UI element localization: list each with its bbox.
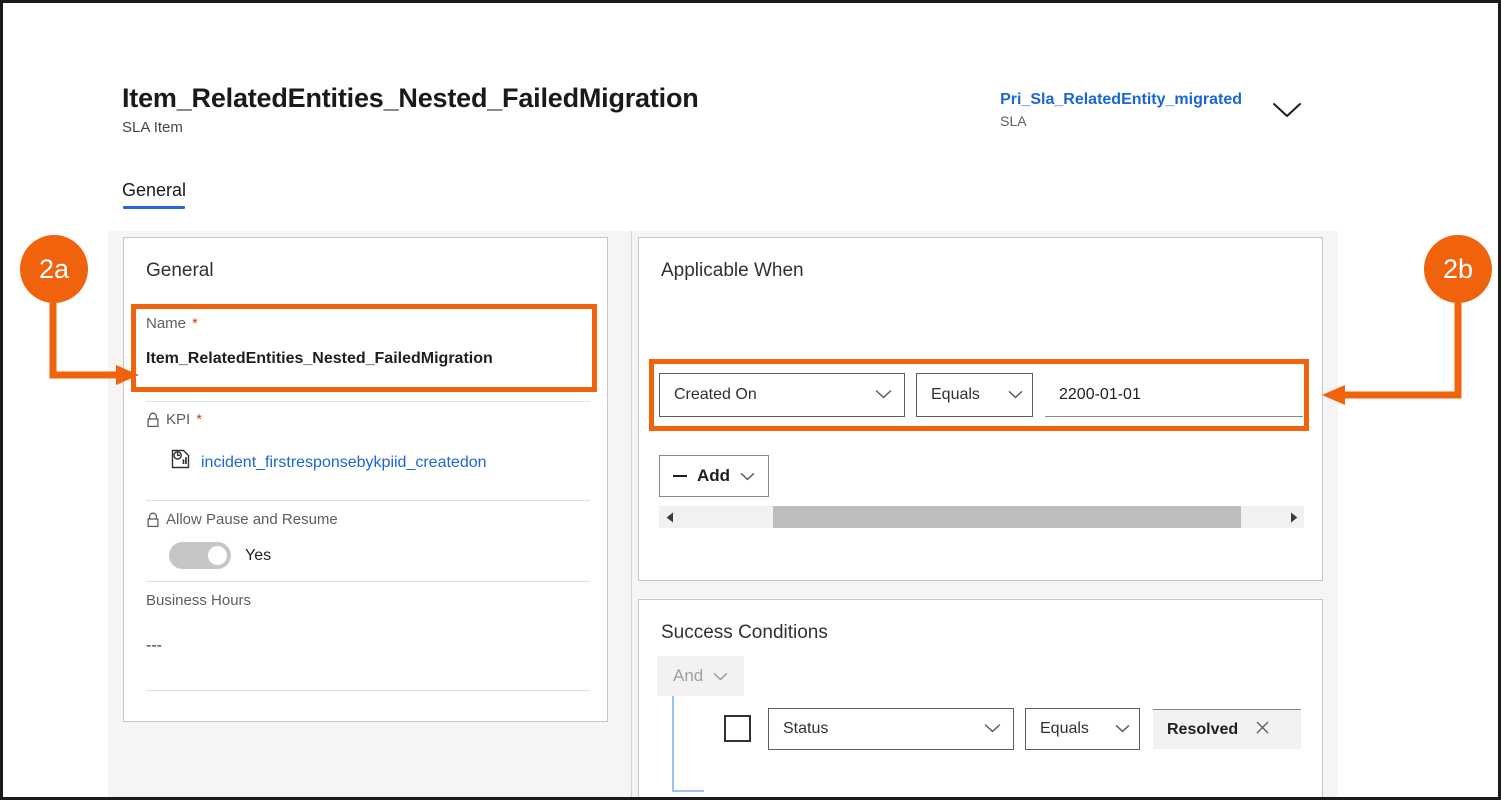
field-separator bbox=[146, 690, 590, 691]
kpi-report-icon bbox=[170, 448, 192, 477]
field-separator bbox=[146, 500, 590, 501]
required-asterisk: * bbox=[192, 314, 198, 334]
chevron-down-icon bbox=[713, 666, 728, 686]
caret-right-icon[interactable] bbox=[1282, 506, 1304, 528]
kpi-field-label: KPI * bbox=[146, 410, 590, 430]
parent-sla-lookup[interactable]: Pri_Sla_RelatedEntity_migrated SLA bbox=[1000, 89, 1242, 131]
chevron-down-icon bbox=[740, 466, 755, 486]
annotation-badge-2b-label: 2b bbox=[1443, 254, 1473, 285]
record-type-label: SLA Item bbox=[122, 117, 699, 138]
allow-pause-label: Allow Pause and Resume bbox=[146, 510, 590, 530]
add-button-label: Add bbox=[697, 466, 730, 486]
applicable-value-input[interactable]: 2200-01-01 bbox=[1045, 373, 1303, 417]
condition-tree-branch-line bbox=[672, 790, 704, 792]
tab-general[interactable]: General bbox=[122, 180, 186, 209]
caret-left-icon[interactable] bbox=[659, 506, 681, 528]
annotation-badge-2a-label: 2a bbox=[39, 254, 69, 285]
name-label-text: Name bbox=[146, 314, 186, 334]
required-asterisk: * bbox=[196, 410, 202, 430]
record-header-left: Item_RelatedEntities_Nested_FailedMigrat… bbox=[122, 81, 699, 138]
applicable-when-condition-row: Created On Equals bbox=[659, 373, 1303, 417]
minus-icon bbox=[673, 475, 687, 477]
allow-pause-label-text: Allow Pause and Resume bbox=[166, 510, 338, 530]
kpi-value-link[interactable]: incident_firstresponsebykpiid_createdon bbox=[170, 448, 590, 477]
scrollbar-track[interactable] bbox=[681, 506, 1282, 528]
success-group-operator-select[interactable]: And bbox=[657, 656, 744, 696]
chevron-down-icon bbox=[875, 386, 892, 404]
business-hours-value[interactable]: --- bbox=[146, 635, 590, 657]
field-separator bbox=[146, 581, 590, 582]
chevron-down-icon bbox=[1008, 386, 1023, 404]
kpi-field[interactable]: KPI * incident_firstresponsebykpiid_creat… bbox=[146, 410, 590, 477]
success-value-text: Resolved bbox=[1167, 721, 1238, 739]
applicable-attribute-select[interactable]: Created On bbox=[659, 373, 905, 417]
applicable-attribute-value: Created On bbox=[674, 386, 757, 404]
chevron-down-icon[interactable] bbox=[1272, 101, 1302, 124]
name-field[interactable]: Name * Item_RelatedEntities_Nested_Failed… bbox=[146, 314, 590, 370]
toggle-knob bbox=[208, 546, 227, 565]
success-condition-checkbox[interactable] bbox=[724, 715, 751, 742]
lock-icon bbox=[146, 512, 160, 528]
record-header-right: Pri_Sla_RelatedEntity_migrated SLA bbox=[1000, 89, 1302, 131]
condition-tree-vertical-line bbox=[672, 696, 674, 792]
success-attribute-select[interactable]: Status bbox=[768, 708, 1014, 750]
column-divider bbox=[631, 231, 632, 800]
business-hours-label: Business Hours bbox=[146, 591, 590, 611]
form-tabstrip: General bbox=[122, 180, 186, 209]
success-operator-select[interactable]: Equals bbox=[1025, 708, 1140, 750]
form-canvas: General Name * Item_RelatedEntities_Neste… bbox=[108, 231, 1338, 800]
success-conditions-title: Success Conditions bbox=[661, 622, 828, 644]
success-operator-value: Equals bbox=[1040, 720, 1089, 738]
screenshot-root: Item_RelatedEntities_Nested_FailedMigrat… bbox=[0, 0, 1501, 800]
applicable-value-text: 2200-01-01 bbox=[1059, 386, 1141, 404]
chevron-down-icon bbox=[984, 720, 1001, 738]
general-section-title: General bbox=[146, 260, 214, 282]
success-condition-row: Status Equals Re bbox=[768, 708, 1301, 750]
allow-pause-toggle[interactable] bbox=[169, 542, 231, 569]
business-hours-field[interactable]: Business Hours --- bbox=[146, 591, 590, 657]
annotation-badge-2a: 2a bbox=[20, 235, 88, 303]
field-separator bbox=[146, 401, 590, 402]
annotation-badge-2b: 2b bbox=[1424, 235, 1492, 303]
scrollbar-thumb[interactable] bbox=[773, 506, 1241, 528]
allow-pause-toggle-row: Yes bbox=[169, 542, 590, 569]
applicable-operator-value: Equals bbox=[931, 386, 980, 404]
success-value-token[interactable]: Resolved bbox=[1153, 709, 1301, 749]
name-field-value[interactable]: Item_RelatedEntities_Nested_FailedMigrat… bbox=[146, 348, 590, 370]
allow-pause-and-resume-field[interactable]: Allow Pause and Resume Yes bbox=[146, 510, 590, 569]
parent-sla-entity-label: SLA bbox=[1000, 112, 1242, 131]
name-field-label: Name * bbox=[146, 314, 590, 334]
close-icon[interactable] bbox=[1256, 721, 1269, 739]
kpi-label-text: KPI bbox=[166, 410, 190, 430]
applicable-operator-select[interactable]: Equals bbox=[916, 373, 1033, 417]
success-conditions-card: Success Conditions And Status bbox=[638, 599, 1323, 800]
add-condition-button[interactable]: Add bbox=[659, 455, 769, 497]
kpi-value-text: incident_firstresponsebykpiid_createdon bbox=[201, 452, 487, 474]
success-group-operator-value: And bbox=[673, 666, 703, 686]
parent-sla-link[interactable]: Pri_Sla_RelatedEntity_migrated bbox=[1000, 89, 1242, 111]
general-section-card: General Name * Item_RelatedEntities_Neste… bbox=[123, 237, 608, 722]
allow-pause-toggle-value: Yes bbox=[245, 547, 271, 565]
lock-icon bbox=[146, 412, 160, 428]
applicable-when-horizontal-scrollbar[interactable] bbox=[659, 506, 1304, 528]
chevron-down-icon bbox=[1115, 720, 1130, 738]
applicable-when-card: Applicable When Created On Equals bbox=[638, 237, 1323, 581]
applicable-when-title: Applicable When bbox=[661, 260, 804, 282]
page-title: Item_RelatedEntities_Nested_FailedMigrat… bbox=[122, 81, 699, 115]
business-hours-label-text: Business Hours bbox=[146, 591, 251, 611]
success-attribute-value: Status bbox=[783, 720, 828, 738]
